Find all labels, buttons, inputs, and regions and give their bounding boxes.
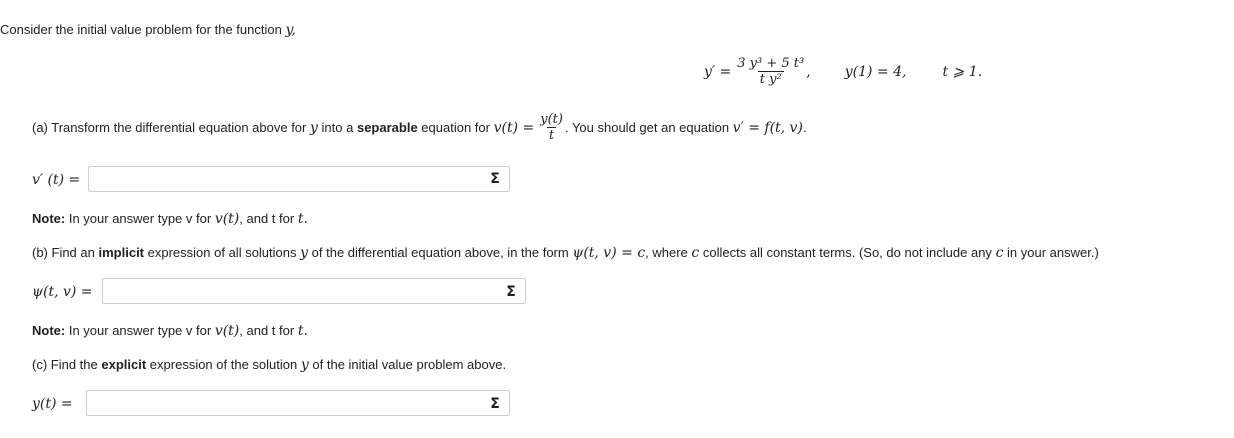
part-c-text3: of the initial value problem above. [312, 357, 507, 372]
intro-var: y, [285, 22, 296, 38]
part-c-answer-box [86, 390, 510, 416]
part-a-answer-input[interactable] [89, 167, 509, 191]
part-a-equation-editor-icon[interactable]: Σ [486, 170, 504, 188]
part-b-text3: of the differential equation above, in t… [311, 245, 569, 260]
equation-comma: , [806, 63, 811, 80]
part-b-psi: ψ(t, v) = c [572, 245, 646, 261]
part-b-note-t: t. [297, 323, 308, 339]
part-b-note-text: In your answer type v for [68, 323, 212, 338]
part-c-prompt: (c) Find the explicit expression of the … [32, 357, 506, 373]
equation-lhs: y′ = [704, 63, 732, 80]
part-b-var-y: y [300, 245, 309, 261]
part-a-bold: separable [356, 120, 418, 135]
part-c-label: y(t) = [32, 396, 73, 412]
part-b-text6: in your answer.) [1007, 245, 1099, 260]
part-c-equation-editor-icon[interactable]: Σ [486, 395, 504, 413]
main-equation: y′ = 3 y³ + 5 t³ t y² , y(1) = 4, t ⩾ 1. [704, 56, 982, 87]
part-a-denominator: t [546, 127, 557, 143]
equation-denominator: t y² [757, 71, 784, 87]
part-c-var-y: y [300, 357, 309, 373]
part-a-note: Note: In your answer type v for v(t), an… [32, 211, 308, 227]
part-a-eq: v′ = f(t, v) [732, 119, 803, 136]
part-a-note-text2: , and t for [239, 211, 295, 226]
part-c-text2: expression of the solution [149, 357, 298, 372]
part-a-text2: into a [321, 120, 354, 135]
part-a-vt: v(t) = [493, 119, 535, 136]
part-b-answer-input[interactable] [103, 279, 525, 303]
part-b-text: (b) Find an [32, 245, 95, 260]
part-c-bold: explicit [101, 357, 147, 372]
part-a-text4: . You should get an equation [564, 120, 730, 135]
part-b-answer-box [102, 278, 526, 304]
part-a-var-y: y [309, 119, 318, 136]
part-b-equation-editor-icon[interactable]: Σ [502, 283, 520, 301]
part-a-note-v: v(t) [214, 211, 240, 227]
part-b-label: ψ(t, v) = [32, 284, 93, 300]
equation-numerator: 3 y³ + 5 t³ [737, 56, 805, 71]
part-a-note-label: Note: [32, 211, 66, 226]
part-a-text3: equation for [421, 120, 490, 135]
equation-fraction: 3 y³ + 5 t³ t y² [735, 56, 806, 87]
part-b-note-v: v(t) [214, 323, 240, 339]
part-a-text: (a) Transform the differential equation … [32, 120, 307, 135]
part-b-note-label: Note: [32, 323, 66, 338]
part-b-bold: implicit [98, 245, 145, 260]
intro-line: Consider the initial value problem for t… [0, 22, 296, 38]
part-b-note-text2: , and t for [239, 323, 295, 338]
part-a-end: . [802, 120, 807, 135]
part-a-label: v′ (t) = [32, 172, 81, 188]
intro-text: Consider the initial value problem for t… [0, 22, 282, 37]
domain-condition: t ⩾ 1. [942, 63, 983, 80]
part-a-note-text: In your answer type v for [68, 211, 212, 226]
part-b-c2: c [995, 245, 1004, 261]
part-b-prompt: (b) Find an implicit expression of all s… [32, 245, 1099, 261]
part-b-text5: collects all constant terms. (So, do not… [702, 245, 992, 260]
part-a-answer-box [88, 166, 510, 192]
part-a-numerator: y(t) [540, 112, 563, 127]
part-b-note: Note: In your answer type v for v(t), an… [32, 323, 308, 339]
part-b-text4: , where [645, 245, 688, 260]
part-c-answer-input[interactable] [87, 391, 509, 415]
part-c-text: (c) Find the [32, 357, 98, 372]
part-b-c: c [691, 245, 700, 261]
initial-condition: y(1) = 4, [844, 63, 907, 80]
part-a-note-t: t. [297, 211, 308, 227]
part-a-fraction: y(t) t [538, 112, 565, 143]
part-a-prompt: (a) Transform the differential equation … [32, 112, 807, 143]
part-b-text2: expression of all solutions [147, 245, 297, 260]
